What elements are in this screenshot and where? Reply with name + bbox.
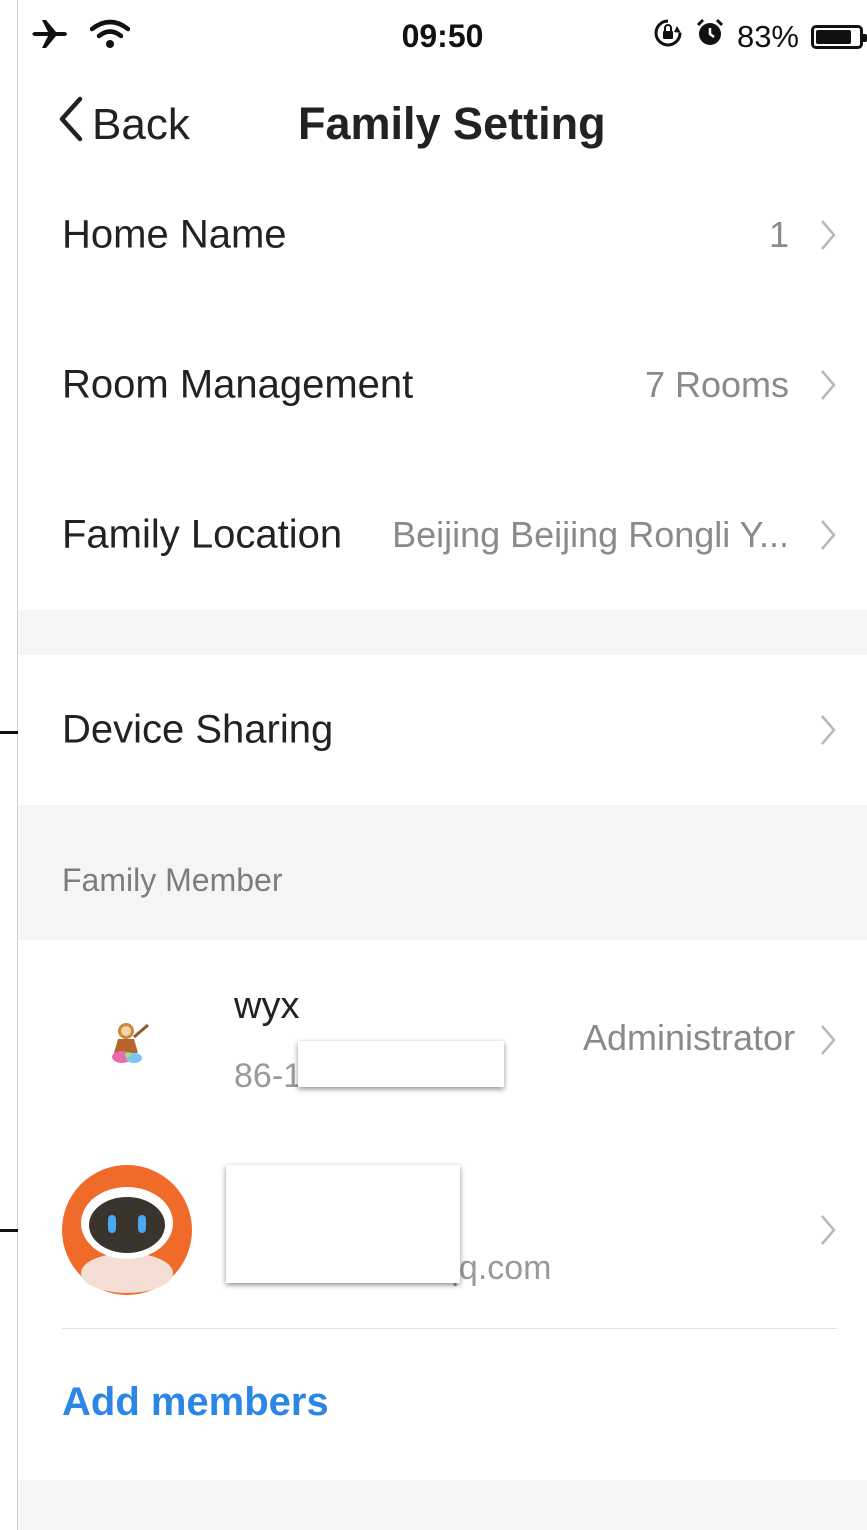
member-account: 86-1 [234,1057,303,1095]
chevron-left-icon [58,96,84,153]
home-name-row[interactable]: Home Name 1 [18,160,867,310]
device-sharing-label: Device Sharing [62,707,334,752]
status-right-icons: 83% [653,18,867,56]
margin-marker [0,731,20,734]
avatar [104,1017,152,1070]
member-role: Administrator [582,1017,795,1058]
family-setting-screen: 09:50 83% Back Family Setting Home Name … [18,0,867,1530]
family-member-header: Family Member [18,805,867,940]
member-row[interactable]: qq.com [18,1135,867,1325]
avatar [62,1165,192,1300]
battery-icon [811,25,867,49]
back-label: Back [92,99,190,149]
rotation-lock-icon [653,18,683,56]
redaction-box [298,1041,504,1087]
back-button[interactable]: Back [58,96,190,153]
section-title: Family Member [62,862,283,898]
chevron-right-icon [821,715,836,745]
chevron-right-icon [821,1215,836,1245]
room-management-label: Room Management [62,362,414,407]
chevron-right-icon [821,220,836,250]
page-title: Family Setting [298,98,606,149]
family-location-label: Family Location [62,512,343,557]
member-name: wyx [234,985,300,1027]
family-location-value: Beijing Beijing Rongli Y... [392,514,789,555]
battery-percentage: 83% [736,19,799,54]
section-separator [18,610,867,655]
redaction-box [226,1165,460,1283]
list-divider [62,1328,837,1329]
room-management-row[interactable]: Room Management 7 Rooms [18,310,867,460]
home-name-value: 1 [768,214,789,255]
member-row[interactable]: wyx 86-1 Administrator [18,945,867,1135]
device-sharing-row[interactable]: Device Sharing [18,655,867,805]
home-name-label: Home Name [62,212,287,257]
add-members-button[interactable]: Add members [62,1380,329,1425]
alarm-icon [695,18,725,56]
status-bar: 09:50 83% [18,0,867,76]
bottom-separator [18,1480,867,1530]
room-management-value: 7 Rooms [644,364,789,405]
chevron-right-icon [821,1025,836,1055]
margin-marker [0,1229,20,1232]
chevron-right-icon [821,520,836,550]
chevron-right-icon [821,370,836,400]
family-location-row[interactable]: Family Location Beijing Beijing Rongli Y… [18,460,867,610]
